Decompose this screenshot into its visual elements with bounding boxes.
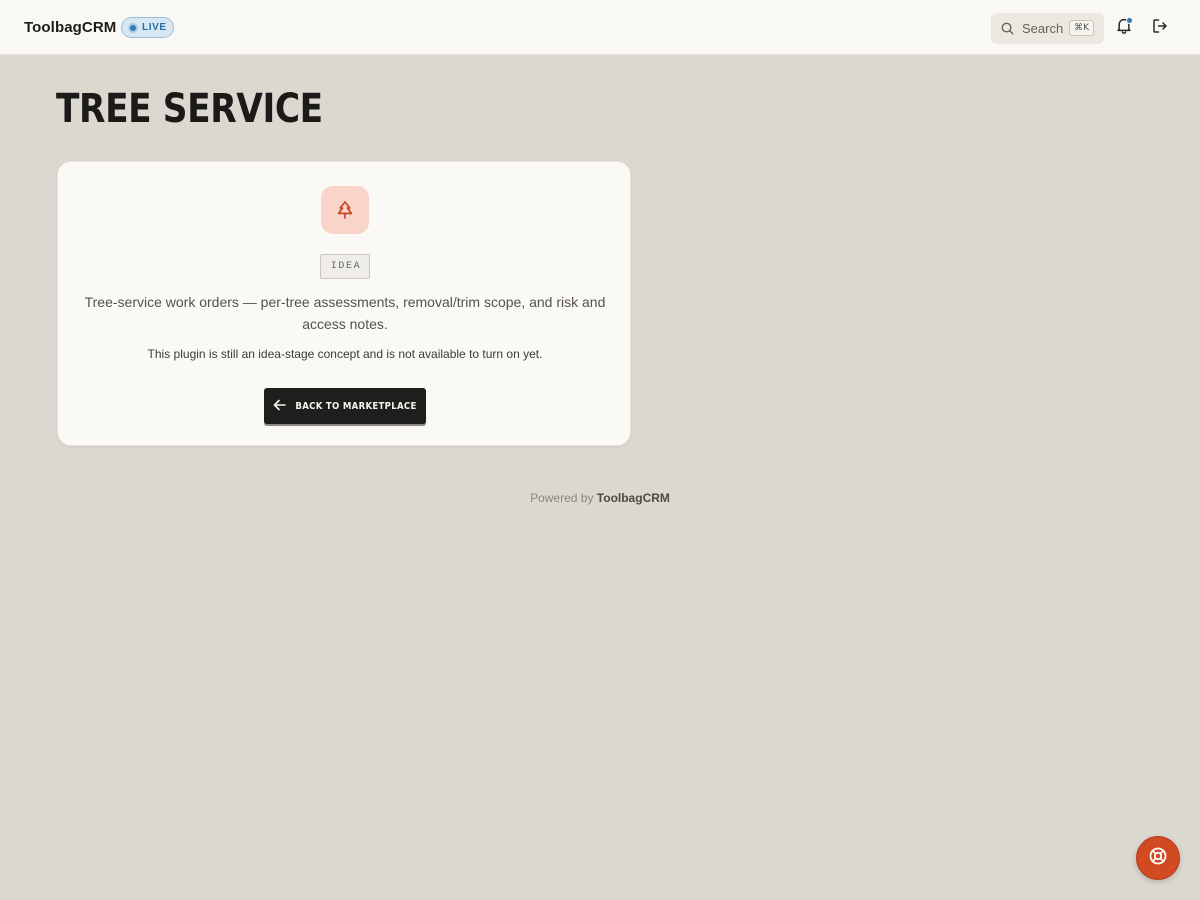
- back-button-label: BACK TO MARKETPLACE: [295, 400, 417, 412]
- top-bar: ToolbagCRM LIVE Search ⌘K: [0, 0, 1200, 55]
- live-status-badge: LIVE: [121, 17, 174, 38]
- notification-indicator-dot: [1126, 17, 1133, 24]
- app-brand[interactable]: ToolbagCRM: [24, 19, 116, 36]
- plugin-description: Tree-service work orders — per-tree asse…: [84, 294, 606, 332]
- footer-brand-link[interactable]: ToolbagCRM: [597, 491, 670, 505]
- logout-button[interactable]: [1148, 16, 1172, 40]
- tree-icon: [321, 186, 369, 234]
- stage-badge: IDEA: [320, 254, 370, 279]
- availability-note: This plugin is still an idea-stage conce…: [147, 347, 543, 361]
- live-status-label: LIVE: [142, 22, 167, 33]
- lifebuoy-icon: [1148, 846, 1168, 871]
- search-icon: [1001, 22, 1014, 35]
- live-status-dot: [128, 22, 138, 33]
- plugin-detail-card: IDEA Tree-service work orders — per-tree…: [57, 161, 631, 446]
- help-button[interactable]: [1136, 836, 1180, 880]
- footer: Powered by ToolbagCRM: [0, 491, 1200, 505]
- search-label: Search: [1022, 21, 1064, 36]
- notifications-button[interactable]: [1112, 16, 1136, 40]
- back-to-marketplace-button[interactable]: BACK TO MARKETPLACE: [264, 388, 426, 424]
- arrow-left-icon: [273, 399, 295, 414]
- logout-icon: [1152, 18, 1168, 39]
- powered-by-text: Powered by: [530, 491, 594, 505]
- search-button[interactable]: Search ⌘K: [991, 13, 1104, 44]
- search-shortcut-hint: ⌘K: [1069, 20, 1094, 36]
- page-title: TREE SERVICE: [56, 86, 323, 132]
